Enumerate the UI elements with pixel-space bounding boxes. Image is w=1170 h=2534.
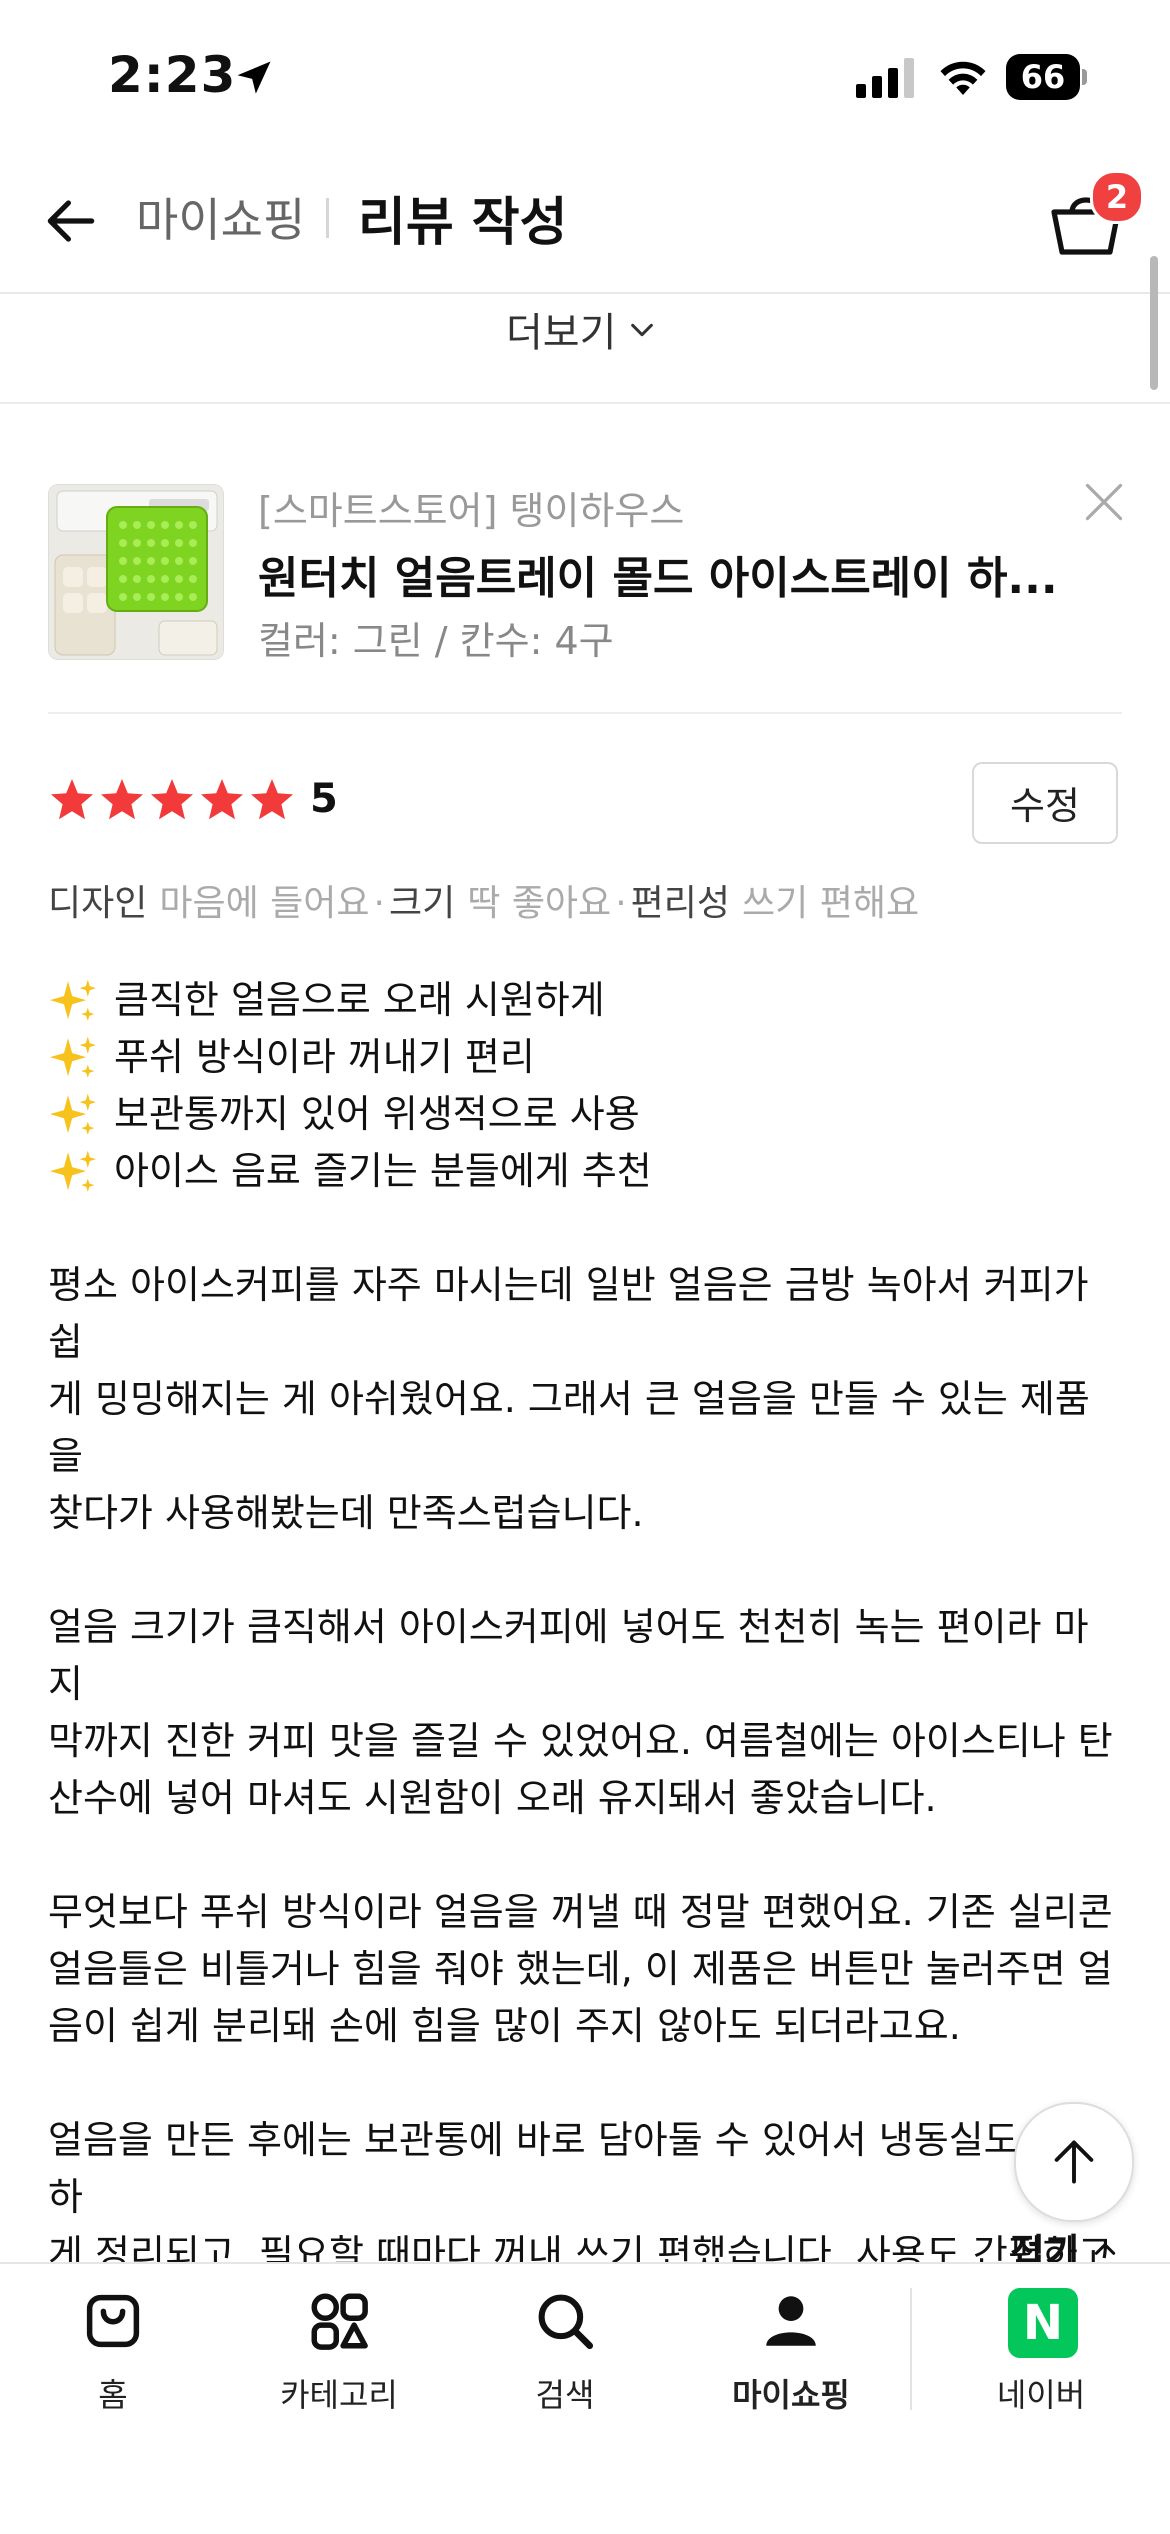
- attribute-key: 디자인: [48, 883, 148, 924]
- back-arrow-icon[interactable]: [40, 190, 102, 252]
- review-text-line: 얼음을 만든 후에는 보관통에 바로 담아둘 수 있어서 냉동실도 깔끔하: [48, 2118, 1101, 2219]
- sparkles-icon: [50, 1093, 96, 1135]
- attribute-value: 딱 좋아요: [467, 883, 612, 924]
- status-time: 2:23: [108, 46, 237, 104]
- bottom-tab-bar: 홈 카테고리 검색 마이쇼핑 N 네이버: [0, 2262, 1170, 2534]
- attribute-separator: ·: [615, 883, 627, 924]
- review-text-line: 얼음 크기가 큼직해서 아이스커피에 넣어도 천천히 녹는 편이라 마지: [48, 1605, 1089, 1706]
- attribute-key: 편리성: [630, 883, 731, 924]
- edit-review-button[interactable]: 수정: [972, 762, 1118, 844]
- chevron-down-icon: [631, 323, 653, 337]
- arrow-up-icon: [1054, 2140, 1094, 2184]
- category-grid-icon: [311, 2293, 368, 2350]
- close-icon[interactable]: [1082, 480, 1126, 524]
- star-rating: [48, 776, 298, 824]
- review-highlight-text: 푸쉬 방식이라 꺼내기 편리: [114, 1035, 535, 1079]
- sparkles-icon: [50, 979, 96, 1021]
- tab-search-label: 검색: [535, 2376, 595, 2414]
- tab-home[interactable]: 홈: [0, 2264, 220, 2434]
- review-text-line: 게 밍밍해지는 게 아쉬웠어요. 그래서 큰 얼음을 만들 수 있는 제품을: [48, 1377, 1090, 1478]
- star-icon: [101, 779, 143, 820]
- review-text-line: 찾다가 사용해봤는데 만족스럽습니다.: [48, 1491, 644, 1535]
- product-name[interactable]: 원터치 얼음트레이 몰드 아이스트레이 하...: [258, 542, 1058, 606]
- tab-category[interactable]: 카테고리: [226, 2264, 446, 2434]
- review-highlight: 큼직한 얼음으로 오래 시원하게: [48, 972, 1122, 1029]
- product-option: 컬러: 그린 / 칸수: 4구: [258, 619, 614, 663]
- tab-naver[interactable]: N 네이버: [928, 2264, 1148, 2434]
- tab-category-label: 카테고리: [280, 2376, 398, 2414]
- scroll-to-top-button[interactable]: [1014, 2102, 1134, 2222]
- review-highlight: 아이스 음료 즐기는 분들에게 추천: [48, 1143, 1122, 1200]
- review-highlight-text: 아이스 음료 즐기는 분들에게 추천: [114, 1149, 652, 1193]
- tab-myshopping-label: 마이쇼핑: [732, 2376, 850, 2414]
- battery-nub: [1082, 69, 1087, 85]
- star-icon: [201, 779, 243, 820]
- review-highlight-text: 큼직한 얼음으로 오래 시원하게: [114, 978, 605, 1022]
- tab-home-label: 홈: [98, 2376, 128, 2414]
- product-card: [스마트스토어] 탱이하우스 원터치 얼음트레이 몰드 아이스트레이 하... …: [48, 480, 1123, 670]
- search-icon: [538, 2294, 594, 2350]
- attribute-separator: ·: [373, 883, 385, 924]
- top-nav-header: 마이쇼핑 리뷰 작성 2: [0, 150, 1170, 294]
- naver-logo-icon: N: [1008, 2288, 1078, 2358]
- review-highlight: 푸쉬 방식이라 꺼내기 편리: [48, 1029, 1122, 1086]
- sparkles-icon: [50, 1036, 96, 1078]
- section-divider: [48, 712, 1122, 714]
- review-text-line: 무엇보다 푸쉬 방식이라 얼음을 꺼낼 때 정말 편했어요. 기존 실리콘: [48, 1890, 1113, 1934]
- star-icon: [51, 779, 93, 820]
- person-icon: [766, 2296, 816, 2346]
- tab-divider: [910, 2288, 912, 2410]
- star-icon: [251, 779, 293, 820]
- review-text-line: 산수에 넣어 마셔도 시원함이 오래 유지돼서 좋았습니다.: [48, 1776, 937, 1820]
- review-body: 큼직한 얼음으로 오래 시원하게푸쉬 방식이라 꺼내기 편리보관통까지 있어 위…: [48, 972, 1122, 2454]
- location-arrow-icon: [237, 61, 271, 94]
- battery-level: 66: [1006, 54, 1080, 100]
- cart-count-badge: 2: [1090, 170, 1144, 224]
- chevron-up-icon: [1094, 2243, 1116, 2255]
- attribute-value: 쓰기 편해요: [742, 883, 920, 924]
- review-highlight-text: 보관통까지 있어 위생적으로 사용: [114, 1092, 640, 1136]
- review-text-line: 얼음틀은 비틀거나 힘을 줘야 했는데, 이 제품은 버튼만 눌러주면 얼: [48, 1947, 1113, 1991]
- page-title: 리뷰 작성: [358, 193, 568, 253]
- status-bar: 2:23 66: [0, 0, 1170, 150]
- battery-indicator: 66: [1006, 54, 1088, 100]
- product-thumbnail: [48, 484, 224, 660]
- store-name[interactable]: [스마트스토어] 탱이하우스: [258, 480, 684, 535]
- shopping-bag-icon: [86, 2294, 140, 2348]
- review-attributes: 디자인 마음에 들어요 · 크기 딱 좋아요 · 편리성 쓰기 편해요: [48, 874, 919, 926]
- review-text-line: 막까지 진한 커피 맛을 즐길 수 있었어요. 여름철에는 아이스티나 탄: [48, 1719, 1113, 1763]
- wifi-icon: [940, 61, 986, 95]
- breadcrumb-divider: [326, 198, 329, 238]
- tab-naver-label: 네이버: [996, 2376, 1086, 2414]
- rating-value: 5: [310, 776, 338, 822]
- cellular-signal-icon: [856, 58, 914, 98]
- tab-myshopping[interactable]: 마이쇼핑: [678, 2264, 898, 2434]
- attribute-value: 마음에 들어요: [159, 883, 370, 924]
- review-text-line: 평소 아이스커피를 자주 마시는데 일반 얼음은 금방 녹아서 커피가 쉽: [48, 1263, 1089, 1364]
- tab-search[interactable]: 검색: [452, 2264, 672, 2434]
- attribute-key: 크기: [389, 883, 456, 924]
- more-button-label[interactable]: 더보기: [506, 300, 616, 358]
- star-icon: [151, 779, 193, 820]
- sparkles-icon: [50, 1150, 96, 1192]
- review-text-line: 음이 쉽게 분리돼 손에 힘을 많이 주지 않아도 되더라고요.: [48, 2004, 961, 2048]
- review-highlight: 보관통까지 있어 위생적으로 사용: [48, 1086, 1122, 1143]
- breadcrumb-myshopping[interactable]: 마이쇼핑: [136, 184, 305, 250]
